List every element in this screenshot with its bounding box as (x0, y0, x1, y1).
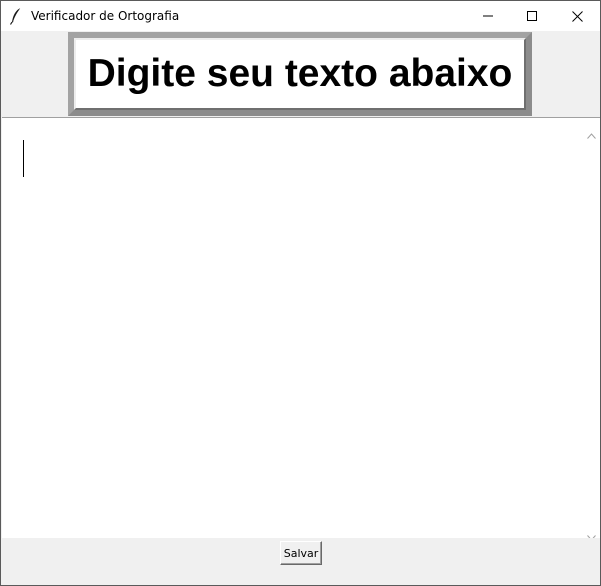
feather-icon (9, 7, 23, 25)
minimize-button[interactable] (465, 1, 511, 31)
save-button[interactable]: Salvar (280, 541, 322, 565)
minimize-icon (483, 11, 493, 21)
maximize-icon (527, 11, 537, 21)
page-title: Digite seu texto abaixo (87, 52, 513, 95)
text-caret (23, 140, 24, 177)
heading-frame: Digite seu texto abaixo (68, 32, 532, 116)
maximize-button[interactable] (509, 1, 555, 31)
chevron-down-icon[interactable] (587, 526, 596, 541)
chevron-up-icon[interactable] (587, 124, 596, 139)
text-editor[interactable] (2, 117, 583, 538)
window-title: Verificador de Ortografia (31, 9, 180, 23)
app-window: Verificador de Ortografia Digite seu tex… (0, 0, 601, 586)
vertical-scrollbar[interactable] (583, 117, 600, 541)
close-button[interactable] (554, 1, 600, 31)
title-bar[interactable]: Verificador de Ortografia (1, 1, 600, 31)
heading-panel: Digite seu texto abaixo (74, 38, 526, 110)
close-icon (571, 10, 583, 22)
